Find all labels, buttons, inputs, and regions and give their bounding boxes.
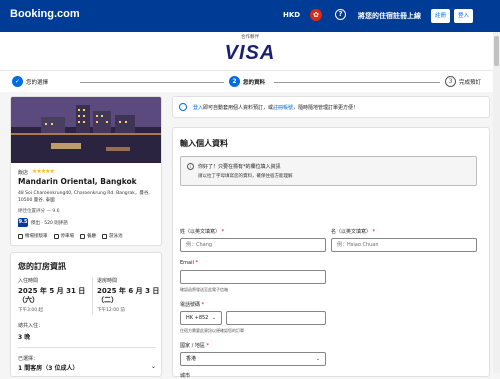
date-divider — [92, 277, 93, 315]
partner-label: 合作夥伴 — [241, 35, 259, 40]
form-title: 輸入個人資料 — [180, 139, 228, 148]
country-label: 國家 / 地區 * — [180, 343, 209, 349]
scrollbar-thumb[interactable] — [494, 36, 499, 66]
selected-rooms[interactable]: 1 間客房（3 位成人） — [18, 363, 79, 372]
step-your-selection[interactable]: ✓ 您的選擇 — [12, 76, 48, 87]
property-type: 飯店 — [18, 170, 29, 176]
question-icon[interactable]: ? — [335, 9, 346, 20]
hk-flag-icon[interactable]: ✿ — [310, 9, 322, 21]
stay-length-label: 總共入住： — [18, 323, 44, 329]
progress-steps: ✓ 您的選擇 2 您的資料 3 完成預訂 — [0, 70, 500, 92]
email-hint: 確認函將發送至此電子信箱 — [180, 287, 228, 292]
hotel-address: 48 Soi Charoenkrung40, Charoenkrung Rd. … — [18, 191, 150, 203]
hotel-name[interactable]: Mandarin Oriental, Bangkok — [18, 177, 137, 186]
hotel-card: 飯店 ★★★★★ Mandarin Oriental, Bangkok 48 S… — [10, 96, 162, 246]
partner-banner: 合作夥伴 VISA — [0, 32, 500, 70]
star-rating: ★★★★★ — [32, 168, 55, 175]
checkin-date: 2025 年 5 月 31 日（六） — [18, 287, 86, 304]
step-number: 3 — [445, 76, 456, 87]
booking-logo[interactable]: Booking.com — [10, 8, 80, 20]
divider — [18, 347, 156, 348]
stay-length: 3 晚 — [18, 334, 31, 341]
list-property-link[interactable]: 將您的住宿註冊上線 — [358, 11, 421, 21]
first-name-input[interactable]: 例：Hsiao Chuan — [331, 238, 477, 252]
shuttle-icon — [18, 233, 23, 239]
step-divider — [80, 82, 224, 83]
step-label: 您的資料 — [243, 79, 266, 86]
amenity-parking: 停車場 — [53, 233, 74, 239]
user-icon — [179, 103, 187, 111]
currency-selector[interactable]: HKD — [283, 11, 300, 19]
left-column: 飯店 ★★★★★ Mandarin Oriental, Bangkok 48 S… — [10, 96, 162, 377]
login-button[interactable]: 登入 — [454, 9, 473, 23]
checkin-time: 下午3:00 起 — [18, 308, 44, 313]
first-name-label: 名（以英文填寫） * — [331, 229, 376, 235]
booking-details-card: 您的訂房資訊 入住時間 2025 年 5 月 31 日（六） 下午3:00 起 … — [10, 252, 162, 377]
checkout-time: 下午12:00 前 — [97, 308, 125, 313]
hotel-photo — [11, 97, 161, 163]
step-divider — [274, 82, 440, 83]
amenity-shuttle: 機場接駁車 — [18, 233, 48, 239]
booking-details-title: 您的訂房資訊 — [18, 262, 66, 271]
page-scrollbar[interactable] — [493, 32, 500, 373]
signin-banner: 登入即可自動套用個人資料預訂，或註冊帳號，隨時隨地管理訂單更方便！ — [172, 96, 490, 118]
last-name-input[interactable]: 例：Chang — [180, 238, 326, 252]
chevron-down-icon[interactable]: ⌄ — [151, 363, 156, 370]
review-score-text: 傑出 · 520 則評語 — [31, 221, 68, 226]
chevron-down-icon: ⌄ — [315, 356, 320, 362]
register-button[interactable]: 註冊 — [431, 9, 450, 23]
step-complete: 3 完成預訂 — [445, 76, 481, 87]
city-label: 城市 — [180, 373, 191, 379]
phone-hint: 住宿方需要此資訊以便確認您的訂單 — [180, 328, 244, 333]
step-label: 完成預訂 — [459, 79, 482, 86]
amenity-pool: 游泳池 — [102, 233, 123, 239]
step-label: 您的選擇 — [26, 79, 49, 86]
phone-label: 電話號碼 * — [180, 302, 205, 308]
signin-message: 登入即可自動套用個人資料預訂，或註冊帳號，隨時隨地管理訂單更方便！ — [193, 105, 359, 111]
right-column: 登入即可自動套用個人資料預訂，或註冊帳號，隨時隨地管理訂單更方便！ 輸入個人資料… — [172, 96, 490, 379]
review-score-badge: 9.5 — [18, 218, 28, 227]
info-notice: i 你好了！只要在標有*的欄位填入資訊 請以拉丁字母填寫您的資料，確保住宿方能理… — [180, 156, 477, 186]
personal-details-form: 輸入個人資料 i 你好了！只要在標有*的欄位填入資訊 請以拉丁字母填寫您的資料，… — [172, 127, 490, 379]
step-check-icon: ✓ — [12, 76, 23, 87]
country-select[interactable]: 香港 ⌄ — [180, 352, 326, 366]
restaurant-icon — [80, 233, 85, 239]
phone-country-code[interactable]: HK +852 ⌄ — [180, 311, 222, 325]
location-score: 絕佳位置評分 — 9.6 — [18, 209, 60, 214]
amenities-list: 機場接駁車 停車場 餐廳 游泳池 — [18, 233, 123, 239]
step-number: 2 — [229, 76, 240, 87]
register-link[interactable]: 註冊帳號 — [273, 105, 293, 111]
selected-label: 已選擇： — [18, 356, 39, 362]
phone-input[interactable] — [226, 311, 326, 325]
checkout-date: 2025 年 6 月 3 日（二） — [97, 287, 160, 304]
email-field[interactable] — [180, 270, 326, 284]
parking-icon — [53, 233, 59, 239]
chevron-down-icon: ⌄ — [211, 315, 216, 321]
step-your-details: 2 您的資料 — [229, 76, 265, 87]
pool-icon — [102, 233, 107, 239]
login-link[interactable]: 登入 — [193, 105, 203, 111]
visa-logo: VISA — [224, 42, 276, 64]
amenity-restaurant: 餐廳 — [80, 233, 96, 239]
checkin-block: 入住時間 2025 年 5 月 31 日（六） 下午3:00 起 — [18, 277, 90, 313]
notice-line-2: 請以拉丁字母填寫您的資料，確保住宿方能理解 — [198, 174, 293, 179]
last-name-label: 姓（以英文填寫） * — [180, 229, 225, 235]
email-label: Email * — [180, 260, 198, 266]
notice-line-1: 你好了！只要在標有*的欄位填入資訊 — [198, 164, 281, 170]
checkout-block: 退房時間 2025 年 6 月 3 日（二） 下午12:00 前 — [97, 277, 161, 313]
info-icon: i — [187, 163, 194, 170]
checkout-label: 退房時間 — [97, 278, 118, 284]
top-nav-bar: Booking.com HKD ✿ ? 將您的住宿註冊上線 註冊 登入 — [0, 0, 500, 32]
checkin-label: 入住時間 — [18, 278, 39, 284]
